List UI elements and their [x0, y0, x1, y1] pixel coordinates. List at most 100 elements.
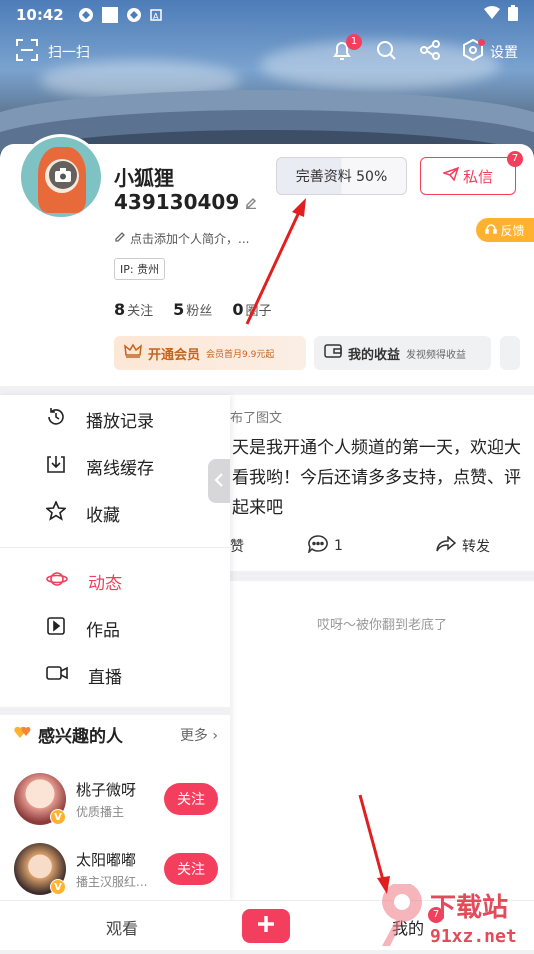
app-notification-icon	[101, 7, 118, 23]
menu-divider	[0, 547, 230, 548]
suggested-user-name: 桃子微呀	[76, 781, 137, 799]
edit-icon	[245, 190, 257, 214]
watermark-brand: 下载站	[430, 893, 508, 923]
follow-label: 关注	[177, 862, 205, 878]
history-icon	[46, 407, 66, 432]
follow-button[interactable]: 关注	[164, 783, 218, 815]
earnings-title: 我的收益	[348, 347, 401, 363]
download-icon	[46, 454, 66, 479]
comment-icon	[307, 535, 328, 557]
verified-badge-icon: V	[50, 809, 66, 825]
stat-followers-count: 5	[173, 300, 185, 319]
chevron-left-icon	[214, 472, 224, 491]
edit-icon	[114, 231, 126, 246]
site-watermark: 下载站 91xz.net	[378, 882, 534, 950]
menu-play-history[interactable]: 播放记录	[0, 397, 230, 441]
menu-moments-label: 动态	[88, 573, 122, 594]
drawer-collapse-handle[interactable]	[208, 459, 230, 503]
stat-circles[interactable]: 0 圈子	[232, 300, 271, 319]
plus-icon	[256, 914, 276, 938]
scan-button[interactable]: 扫一扫	[16, 39, 90, 65]
share-post-button[interactable]: 转发	[436, 535, 490, 556]
hearts-icon	[14, 724, 32, 745]
verified-badge-icon: V	[50, 879, 66, 895]
notification-badge: 1	[346, 34, 362, 50]
follow-button[interactable]: 关注	[164, 853, 218, 885]
top-bar: 扫一扫 1 设置	[0, 30, 534, 74]
menu-live[interactable]: 直播	[0, 653, 230, 697]
suggested-user-desc: 优质播主	[76, 805, 125, 819]
svg-text:A: A	[153, 12, 159, 21]
wallet-icon	[324, 343, 342, 363]
earnings-banner[interactable]: 我的收益 发视频得收益	[314, 336, 491, 370]
post-published-label: 布了图文	[230, 411, 283, 426]
feed-post[interactable]: 布了图文 天是我开通个人频道的第一天，欢迎大看我哟！今后还请多多支持，点赞、评起…	[230, 395, 534, 570]
like-label: 赞	[230, 539, 244, 555]
menu-favorites[interactable]: 收藏	[0, 491, 230, 535]
menu-favorites-label: 收藏	[86, 505, 120, 526]
menu-offline-cache-label: 离线缓存	[86, 458, 154, 479]
complete-profile-button[interactable]: 完善资料 50%	[276, 157, 407, 195]
menu-moments[interactable]: 动态	[0, 559, 230, 603]
crown-icon	[124, 343, 142, 363]
feedback-button[interactable]: 反馈	[476, 218, 534, 242]
bio-edit[interactable]: 点击添加个人简介，...	[114, 230, 249, 247]
comment-count: 1	[334, 538, 343, 554]
notification-button[interactable]: 1	[330, 34, 362, 64]
star-icon	[45, 499, 67, 526]
settings-button[interactable]: 设置	[462, 38, 518, 65]
stat-following-label: 关注	[127, 304, 154, 319]
nav-watch[interactable]: 观看	[106, 915, 138, 939]
end-of-list-text: 哎呀～被你翻到老底了	[316, 618, 447, 633]
post-content: 天是我开通个人频道的第一天，欢迎大看我哟！今后还请多多支持，点赞、评起来吧	[232, 438, 521, 518]
menu-offline-cache[interactable]: 离线缓存	[0, 444, 230, 488]
settings-dot	[478, 39, 485, 46]
user-id-value: 439130409	[114, 190, 240, 214]
like-button[interactable]: 赞	[230, 536, 308, 556]
create-button[interactable]	[242, 909, 290, 943]
stat-circles-count: 0	[232, 300, 244, 319]
stats-row: 8 关注 5 粉丝 0 圈子	[114, 300, 271, 319]
headset-icon	[485, 223, 498, 238]
menu-works-label: 作品	[86, 620, 120, 641]
app-notification-icon	[78, 7, 94, 23]
post-actions: 赞 1 转发	[230, 535, 534, 557]
avatar[interactable]	[18, 134, 104, 220]
bio-placeholder: 点击添加个人简介，...	[130, 232, 250, 246]
comment-button[interactable]: 1	[307, 535, 436, 557]
message-badge: 7	[507, 151, 523, 167]
nickname: 小狐狸	[114, 166, 174, 190]
watermark-domain: 91xz.net	[430, 926, 517, 947]
app-notification-icon	[126, 7, 142, 23]
search-button[interactable]	[374, 40, 398, 64]
share-icon	[419, 39, 441, 65]
settings-label: 设置	[490, 45, 518, 61]
stat-followers[interactable]: 5 粉丝	[173, 300, 212, 319]
suggested-user[interactable]: V 太阳嘟嘟 播主汉服红... 关注	[14, 843, 224, 901]
wifi-icon	[484, 6, 500, 24]
forward-icon	[436, 535, 457, 556]
stat-followers-label: 粉丝	[186, 304, 213, 319]
search-icon	[375, 39, 397, 65]
more-banner[interactable]	[500, 336, 520, 370]
stat-following[interactable]: 8 关注	[114, 300, 153, 319]
share-button[interactable]	[418, 40, 442, 64]
interest-more-label: 更多	[179, 727, 208, 744]
feed-panel: 布了图文 天是我开通个人频道的第一天，欢迎大看我哟！今后还请多多支持，点赞、评起…	[230, 395, 534, 900]
private-message-button[interactable]: 私信 7	[420, 151, 523, 195]
menu-live-label: 直播	[88, 667, 122, 688]
video-camera-icon	[46, 664, 68, 687]
suggested-user-name: 太阳嘟嘟	[76, 851, 137, 869]
user-id[interactable]: 439130409	[114, 190, 257, 214]
stat-following-count: 8	[114, 300, 126, 319]
feedback-label: 反馈	[500, 223, 525, 238]
menu-works[interactable]: 作品	[0, 606, 230, 650]
scan-label: 扫一扫	[48, 45, 90, 61]
share-label: 转发	[462, 539, 490, 555]
suggested-user[interactable]: V 桃子微呀 优质播主 关注	[14, 773, 224, 831]
camera-icon	[49, 161, 77, 189]
interest-more-button[interactable]: 更多 ›	[180, 725, 218, 745]
ip-location-tag: IP: 贵州	[114, 258, 166, 280]
vip-banner[interactable]: 开通会员 会员首月9.9元起	[114, 336, 306, 370]
follow-label: 关注	[177, 792, 205, 808]
